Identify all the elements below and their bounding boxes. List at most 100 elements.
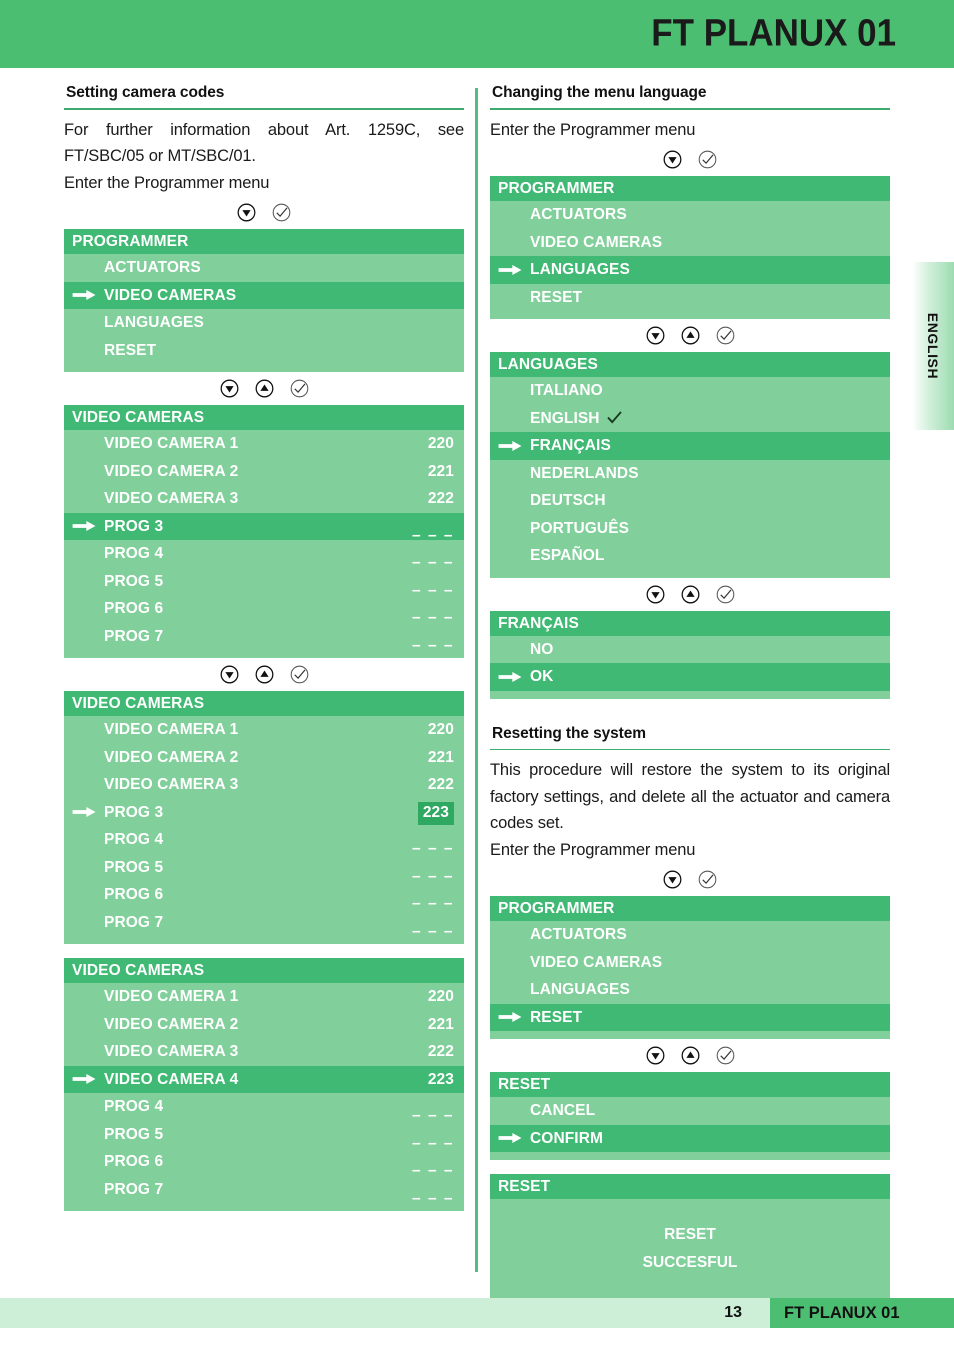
- menu-row[interactable]: NO: [490, 636, 890, 664]
- menu-row[interactable]: PROG 7 – – –: [64, 909, 464, 940]
- menu-row[interactable]: PROG 3– – –: [64, 512, 464, 544]
- menu-row-label: ENGLISH: [530, 409, 600, 427]
- menu-row[interactable]: RESET: [64, 337, 464, 365]
- down-arrow-key-icon[interactable]: [663, 870, 682, 889]
- menu-row[interactable]: OK: [490, 663, 890, 691]
- menu-row[interactable]: PROG 7 – – –: [64, 1176, 464, 1207]
- menu-row-label: LANGUAGES: [104, 314, 204, 331]
- menu-row[interactable]: PROG 6– – –: [64, 1148, 464, 1179]
- menu-screen: PROGRAMMER ACTUATORS VIDEO CAMERAS LANGUAGE…: [490, 896, 890, 1039]
- up-arrow-key-icon[interactable]: [255, 665, 274, 684]
- menu-row[interactable]: PROG 6– – –: [64, 881, 464, 912]
- menu-row[interactable]: RESET: [490, 1003, 890, 1031]
- menu-row-label: PROG 3: [104, 803, 164, 821]
- menu-row[interactable]: LANGUAGES: [490, 256, 890, 284]
- menu-row[interactable]: VIDEO CAMERA 1 220: [64, 983, 464, 1011]
- menu-row[interactable]: ACTUATORS: [490, 201, 890, 229]
- up-arrow-key-icon[interactable]: [681, 1046, 700, 1065]
- menu-row-label: PROG 5: [104, 858, 164, 876]
- menu-row-label: VIDEO CAMERA 2: [104, 748, 239, 766]
- left-section-heading: Setting camera codes: [66, 84, 225, 101]
- confirm-check-key-icon[interactable]: [272, 203, 291, 222]
- confirm-check-key-icon[interactable]: [716, 1046, 735, 1065]
- menu-row[interactable]: CANCEL: [490, 1097, 890, 1125]
- menu-row[interactable]: VIDEO CAMERA 1 220: [64, 716, 464, 744]
- menu-row[interactable]: VIDEO CAMERAS: [64, 281, 464, 309]
- confirm-check-key-icon[interactable]: [290, 379, 309, 398]
- confirm-check-key-icon[interactable]: [716, 326, 735, 345]
- language-side-tab-label: ENGLISH: [925, 312, 941, 380]
- menu-row-label: VIDEO CAMERA 3: [104, 490, 239, 507]
- menu-row[interactable]: VIDEO CAMERA 2 221: [64, 744, 464, 772]
- confirm-check-key-icon[interactable]: [716, 585, 735, 604]
- menu-row-value: 222: [427, 1043, 454, 1060]
- menu-row-label: PROG 7: [104, 627, 164, 645]
- down-arrow-key-icon[interactable]: [237, 203, 256, 222]
- menu-row[interactable]: PROG 5– – –: [64, 1121, 464, 1152]
- menu-row-label: ACTUATORS: [530, 206, 627, 223]
- menu-row[interactable]: VIDEO CAMERA 3 222: [64, 1038, 464, 1066]
- menu-row[interactable]: PROG 4– – –: [64, 1093, 464, 1124]
- menu-row-value: – – –: [412, 636, 454, 654]
- menu-row[interactable]: PROG 5– – –: [64, 568, 464, 599]
- key-hint-row-down-confirm: [490, 870, 890, 889]
- menu-row[interactable]: PROG 5– – –: [64, 854, 464, 885]
- menu-row[interactable]: VIDEO CAMERA 2 221: [64, 458, 464, 486]
- menu-row[interactable]: NEDERLANDS: [490, 460, 890, 488]
- menu-row[interactable]: VIDEO CAMERAS: [490, 949, 890, 977]
- menu-row[interactable]: ACTUATORS: [64, 254, 464, 282]
- menu-row[interactable]: ENGLISH: [490, 405, 890, 433]
- menu-row[interactable]: VIDEO CAMERA 3 222: [64, 771, 464, 799]
- reset-result-line-1: RESET: [664, 1226, 716, 1243]
- menu-row[interactable]: PORTUGUÊS: [490, 515, 890, 543]
- menu-row[interactable]: ESPAÑOL: [490, 542, 890, 570]
- menu-row-value: 220: [427, 721, 454, 738]
- menu-row[interactable]: VIDEO CAMERAS: [490, 229, 890, 257]
- menu-row[interactable]: PROG 4– – –: [64, 826, 464, 857]
- menu-row-list: ITALIANO ENGLISH FRANÇAIS NEDERLANDS DEUTSCH…: [490, 377, 890, 578]
- heading-rule: [64, 108, 464, 110]
- reset-result-line-2: SUCCESFUL: [642, 1254, 738, 1271]
- down-arrow-key-icon[interactable]: [646, 1046, 665, 1065]
- menu-row[interactable]: PROG 7 – – –: [64, 623, 464, 654]
- up-arrow-key-icon[interactable]: [255, 379, 274, 398]
- up-arrow-key-icon[interactable]: [681, 585, 700, 604]
- check-mark-icon: [606, 410, 622, 424]
- menu-row[interactable]: PROG 4– – –: [64, 540, 464, 571]
- menu-row[interactable]: PROG 3 223: [64, 799, 464, 827]
- menu-screen-title: RESET: [490, 1072, 890, 1097]
- right-arrow-cursor-icon: [72, 807, 96, 818]
- up-arrow-key-icon[interactable]: [681, 326, 700, 345]
- menu-row[interactable]: FRANÇAIS: [490, 432, 890, 460]
- confirm-check-key-icon[interactable]: [698, 150, 717, 169]
- menu-row[interactable]: LANGUAGES: [64, 309, 464, 337]
- down-arrow-key-icon[interactable]: [663, 150, 682, 169]
- menu-row[interactable]: RESET: [490, 284, 890, 312]
- down-arrow-key-icon[interactable]: [646, 585, 665, 604]
- right-column: Changing the menu language Enter the Pro…: [490, 84, 890, 1305]
- menu-row-label: ACTUATORS: [104, 259, 201, 276]
- menu-row-label: PROG 3: [104, 517, 164, 535]
- menu-row-list: CANCEL CONFIRM: [490, 1097, 890, 1160]
- confirm-check-key-icon[interactable]: [698, 870, 717, 889]
- menu-row[interactable]: ITALIANO: [490, 377, 890, 405]
- menu-row-label: PROG 4: [104, 1098, 164, 1115]
- menu-row[interactable]: DEUTSCH: [490, 487, 890, 515]
- menu-row-label: VIDEO CAMERAS: [530, 953, 663, 971]
- confirm-check-key-icon[interactable]: [290, 665, 309, 684]
- footer-light-band: 13: [0, 1298, 770, 1328]
- key-hint-row-down-up-confirm: [64, 379, 464, 398]
- down-arrow-key-icon[interactable]: [220, 665, 239, 684]
- menu-row[interactable]: ACTUATORS: [490, 921, 890, 949]
- menu-screen-title: PROGRAMMER: [64, 229, 464, 254]
- menu-row-label: VIDEO CAMERA 1: [104, 988, 239, 1005]
- down-arrow-key-icon[interactable]: [646, 326, 665, 345]
- menu-row[interactable]: LANGUAGES: [490, 976, 890, 1004]
- menu-row[interactable]: VIDEO CAMERA 3 222: [64, 485, 464, 513]
- menu-row[interactable]: VIDEO CAMERA 2 221: [64, 1011, 464, 1039]
- down-arrow-key-icon[interactable]: [220, 379, 239, 398]
- menu-row[interactable]: PROG 6– – –: [64, 595, 464, 626]
- menu-row[interactable]: CONFIRM: [490, 1124, 890, 1152]
- menu-row[interactable]: VIDEO CAMERA 4 223: [64, 1065, 464, 1093]
- menu-row[interactable]: VIDEO CAMERA 1 220: [64, 430, 464, 458]
